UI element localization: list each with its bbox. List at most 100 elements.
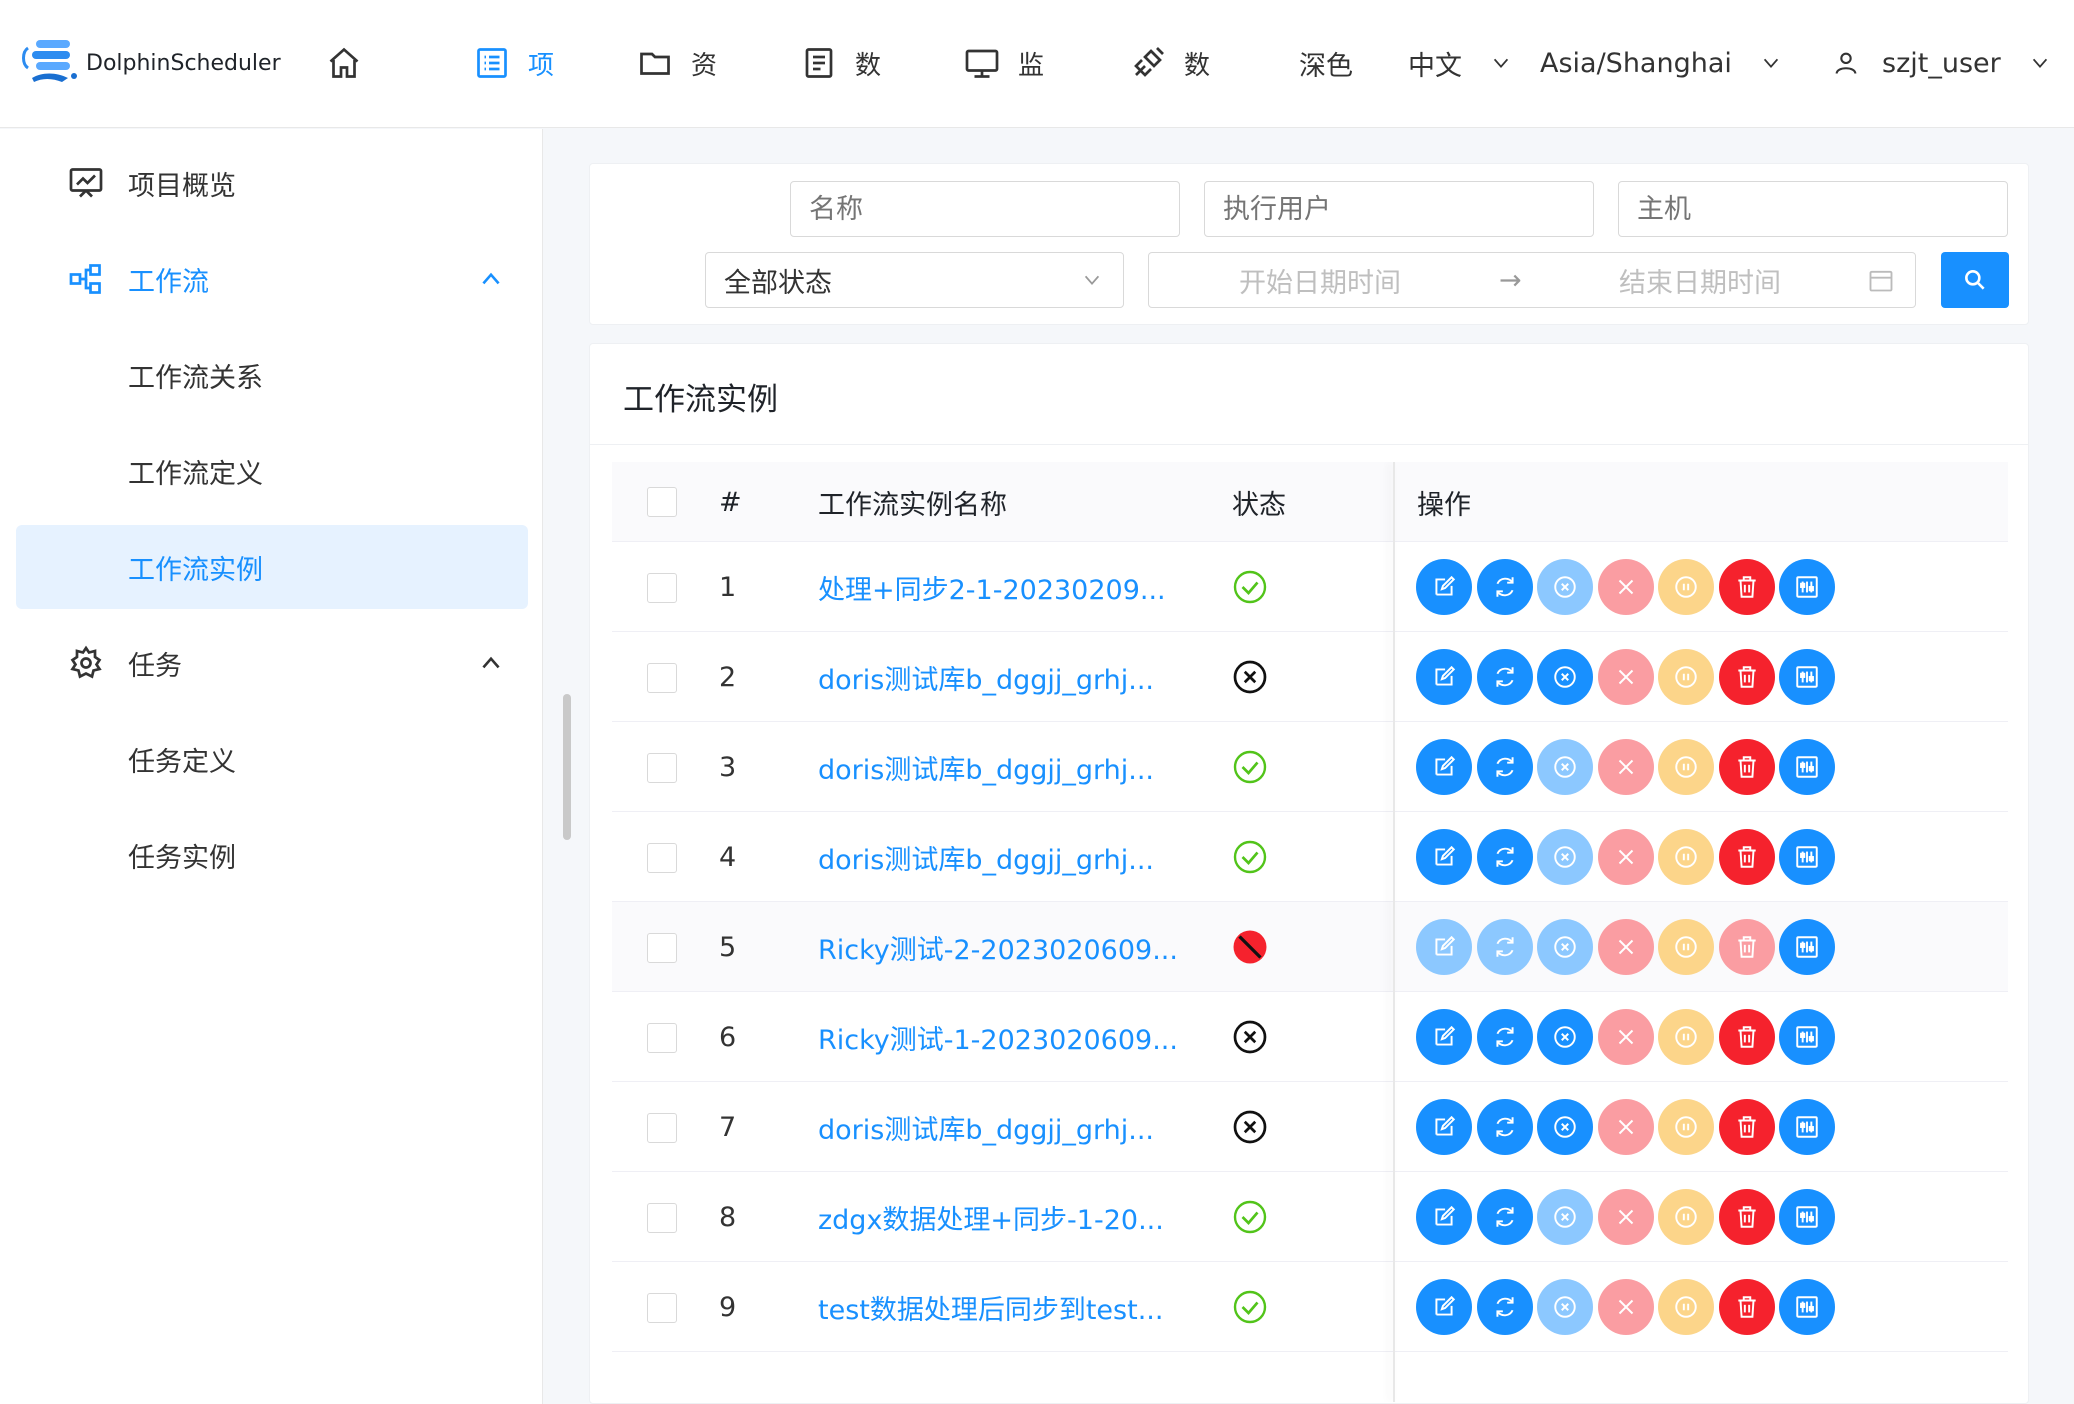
date-range-picker[interactable]: 开始日期时间 → 结束日期时间: [1148, 252, 1916, 308]
rerun-button[interactable]: [1476, 559, 1533, 615]
nav-resource[interactable]: 资: [637, 38, 717, 88]
delete-button[interactable]: [1718, 649, 1775, 705]
rerun-button[interactable]: [1476, 1009, 1533, 1065]
stop-button[interactable]: [1597, 1099, 1654, 1155]
column-header-name[interactable]: 工作流实例名称: [818, 462, 1007, 542]
recover-failed-button[interactable]: [1537, 919, 1593, 975]
user-menu[interactable]: szjt_user: [1832, 38, 2051, 88]
edit-button[interactable]: [1416, 1189, 1472, 1245]
timezone-select[interactable]: Asia/Shanghai: [1540, 38, 1782, 88]
edit-button[interactable]: [1416, 1009, 1472, 1065]
delete-button[interactable]: [1718, 739, 1775, 795]
nav-home[interactable]: [326, 38, 362, 88]
recover-failed-button[interactable]: [1537, 829, 1593, 885]
workflow-instance-name-link[interactable]: doris测试库b_dggjj_grhj...: [818, 632, 1154, 722]
gantt-button[interactable]: [1779, 829, 1835, 885]
table-row[interactable]: 4 doris测试库b_dggjj_grhj...: [612, 812, 2008, 902]
row-checkbox[interactable]: [647, 1203, 677, 1233]
row-checkbox[interactable]: [647, 663, 677, 693]
edit-button[interactable]: [1416, 1099, 1472, 1155]
sidebar-item-project-overview[interactable]: 项目概览: [16, 141, 528, 225]
gantt-button[interactable]: [1779, 1279, 1835, 1335]
recover-failed-button[interactable]: [1537, 1099, 1593, 1155]
pause-button[interactable]: [1658, 739, 1714, 795]
sidebar-item-task-instance[interactable]: 任务实例: [16, 813, 528, 897]
stop-button[interactable]: [1597, 1189, 1654, 1245]
row-checkbox[interactable]: [647, 843, 677, 873]
pause-button[interactable]: [1658, 919, 1714, 975]
edit-button[interactable]: [1416, 739, 1472, 795]
sidebar-item-workflow-definition[interactable]: 工作流定义: [16, 429, 528, 513]
recover-failed-button[interactable]: [1537, 739, 1593, 795]
edit-button[interactable]: [1416, 649, 1472, 705]
end-date-placeholder[interactable]: 结束日期时间: [1619, 261, 1781, 300]
table-row[interactable]: 8 zdgx数据处理+同步-1-20...: [612, 1172, 2008, 1262]
nav-datasource[interactable]: 数: [1130, 38, 1210, 88]
table-row[interactable]: 9 test数据处理后同步到test...: [612, 1262, 2008, 1352]
pause-button[interactable]: [1658, 1279, 1714, 1335]
rerun-button[interactable]: [1476, 649, 1533, 705]
workflow-instance-name-link[interactable]: zdgx数据处理+同步-1-20...: [818, 1172, 1164, 1262]
sidebar-item-workflow-instance[interactable]: 工作流实例: [16, 525, 528, 609]
stop-button[interactable]: [1597, 559, 1654, 615]
workflow-instance-name-link[interactable]: test数据处理后同步到test...: [818, 1262, 1163, 1352]
row-checkbox[interactable]: [647, 1113, 677, 1143]
delete-button[interactable]: [1718, 1189, 1775, 1245]
gantt-button[interactable]: [1779, 1009, 1835, 1065]
table-row[interactable]: [612, 1352, 2008, 1402]
delete-button[interactable]: [1718, 1009, 1775, 1065]
state-select[interactable]: 全部状态: [705, 252, 1124, 308]
nav-project[interactable]: 项: [474, 38, 554, 88]
host-search-input[interactable]: [1618, 181, 2008, 237]
table-row[interactable]: 6 Ricky测试-1-2023020609...: [612, 992, 2008, 1082]
workflow-instance-name-link[interactable]: doris测试库b_dggjj_grhj...: [818, 1082, 1154, 1172]
sidebar-scrollbar[interactable]: [563, 694, 571, 840]
workflow-instance-name-link[interactable]: doris测试库b_dggjj_grhj...: [818, 812, 1154, 902]
sidebar-item-task[interactable]: 任务: [16, 621, 528, 705]
table-row[interactable]: 1 处理+同步2-1-20230209...: [612, 542, 2008, 632]
sidebar-item-workflow[interactable]: 工作流: [16, 237, 528, 321]
table-row[interactable]: 2 doris测试库b_dggjj_grhj...: [612, 632, 2008, 722]
start-date-placeholder[interactable]: 开始日期时间: [1239, 261, 1401, 300]
stop-button[interactable]: [1597, 919, 1654, 975]
table-row[interactable]: 7 doris测试库b_dggjj_grhj...: [612, 1082, 2008, 1172]
sidebar-item-task-definition[interactable]: 任务定义: [16, 717, 528, 801]
recover-failed-button[interactable]: [1537, 1279, 1593, 1335]
gantt-button[interactable]: [1779, 559, 1835, 615]
stop-button[interactable]: [1597, 739, 1654, 795]
recover-failed-button[interactable]: [1537, 559, 1593, 615]
edit-button[interactable]: [1416, 559, 1472, 615]
workflow-instance-name-link[interactable]: Ricky测试-2-2023020609...: [818, 902, 1178, 992]
stop-button[interactable]: [1597, 1279, 1654, 1335]
pause-button[interactable]: [1658, 559, 1714, 615]
gantt-button[interactable]: [1779, 1099, 1835, 1155]
select-all-checkbox[interactable]: [647, 487, 677, 517]
name-search-input[interactable]: [790, 181, 1180, 237]
edit-button[interactable]: [1416, 829, 1472, 885]
gantt-button[interactable]: [1779, 919, 1835, 975]
stop-button[interactable]: [1597, 1009, 1654, 1065]
rerun-button[interactable]: [1476, 1279, 1533, 1335]
delete-button[interactable]: [1718, 829, 1775, 885]
gantt-button[interactable]: [1779, 739, 1835, 795]
recover-failed-button[interactable]: [1537, 1189, 1593, 1245]
pause-button[interactable]: [1658, 649, 1714, 705]
language-select[interactable]: 中文: [1408, 38, 1512, 88]
app-logo[interactable]: DolphinScheduler: [22, 38, 281, 88]
pause-button[interactable]: [1658, 1099, 1714, 1155]
row-checkbox[interactable]: [647, 753, 677, 783]
delete-button[interactable]: [1718, 919, 1775, 975]
edit-button[interactable]: [1416, 919, 1472, 975]
pause-button[interactable]: [1658, 1189, 1714, 1245]
rerun-button[interactable]: [1476, 1099, 1533, 1155]
workflow-instance-name-link[interactable]: doris测试库b_dggjj_grhj...: [818, 722, 1154, 812]
row-checkbox[interactable]: [647, 933, 677, 963]
rerun-button[interactable]: [1476, 739, 1533, 795]
recover-failed-button[interactable]: [1537, 649, 1593, 705]
row-checkbox[interactable]: [647, 1023, 677, 1053]
gantt-button[interactable]: [1779, 1189, 1835, 1245]
row-checkbox[interactable]: [647, 1293, 677, 1323]
stop-button[interactable]: [1597, 649, 1654, 705]
theme-toggle[interactable]: 深色: [1299, 38, 1353, 88]
rerun-button[interactable]: [1476, 919, 1533, 975]
